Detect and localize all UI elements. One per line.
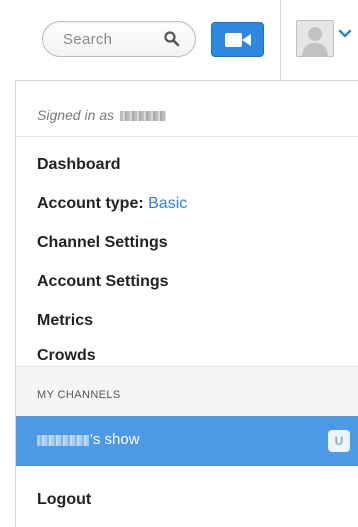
- user-avatar-icon: [297, 21, 333, 56]
- search-box[interactable]: Search: [42, 21, 196, 57]
- logout-link[interactable]: Logout: [37, 491, 91, 509]
- menu-item-dashboard[interactable]: Dashboard: [37, 156, 121, 174]
- menu-item-channel-settings[interactable]: Channel Settings: [37, 234, 168, 252]
- redacted-channel-owner: [37, 435, 89, 446]
- menu-item-metrics[interactable]: Metrics: [37, 312, 93, 330]
- section-title: MY CHANNELS: [37, 389, 121, 401]
- account-dropdown-menu: Signed in as Dashboard Account type: Bas…: [15, 80, 358, 527]
- go-live-button[interactable]: [211, 22, 264, 57]
- account-type-label: Account type:: [37, 195, 144, 212]
- menu-item-crowds[interactable]: Crowds: [37, 347, 96, 365]
- menu-item-account-settings[interactable]: Account Settings: [37, 273, 169, 291]
- top-divider: [280, 0, 281, 80]
- signed-in-label: Signed in as: [37, 107, 115, 123]
- redacted-username: [120, 111, 167, 121]
- my-channels-section: MY CHANNELS: [16, 366, 358, 416]
- video-camera-icon: [225, 33, 251, 47]
- top-bar: Search: [0, 0, 358, 80]
- search-icon[interactable]: [163, 30, 181, 48]
- menu-item-account-type[interactable]: Account type: Basic: [37, 195, 187, 213]
- chevron-down-icon[interactable]: [338, 29, 352, 39]
- menu-divider: [16, 136, 358, 137]
- channel-label: 's show: [90, 431, 140, 448]
- avatar[interactable]: [296, 20, 334, 57]
- channel-badge: U: [328, 430, 350, 452]
- signed-in-text: Signed in as: [37, 107, 167, 123]
- search-input[interactable]: Search: [63, 31, 112, 48]
- account-plan-link[interactable]: Basic: [148, 195, 187, 212]
- channel-item[interactable]: 's show U: [16, 416, 358, 466]
